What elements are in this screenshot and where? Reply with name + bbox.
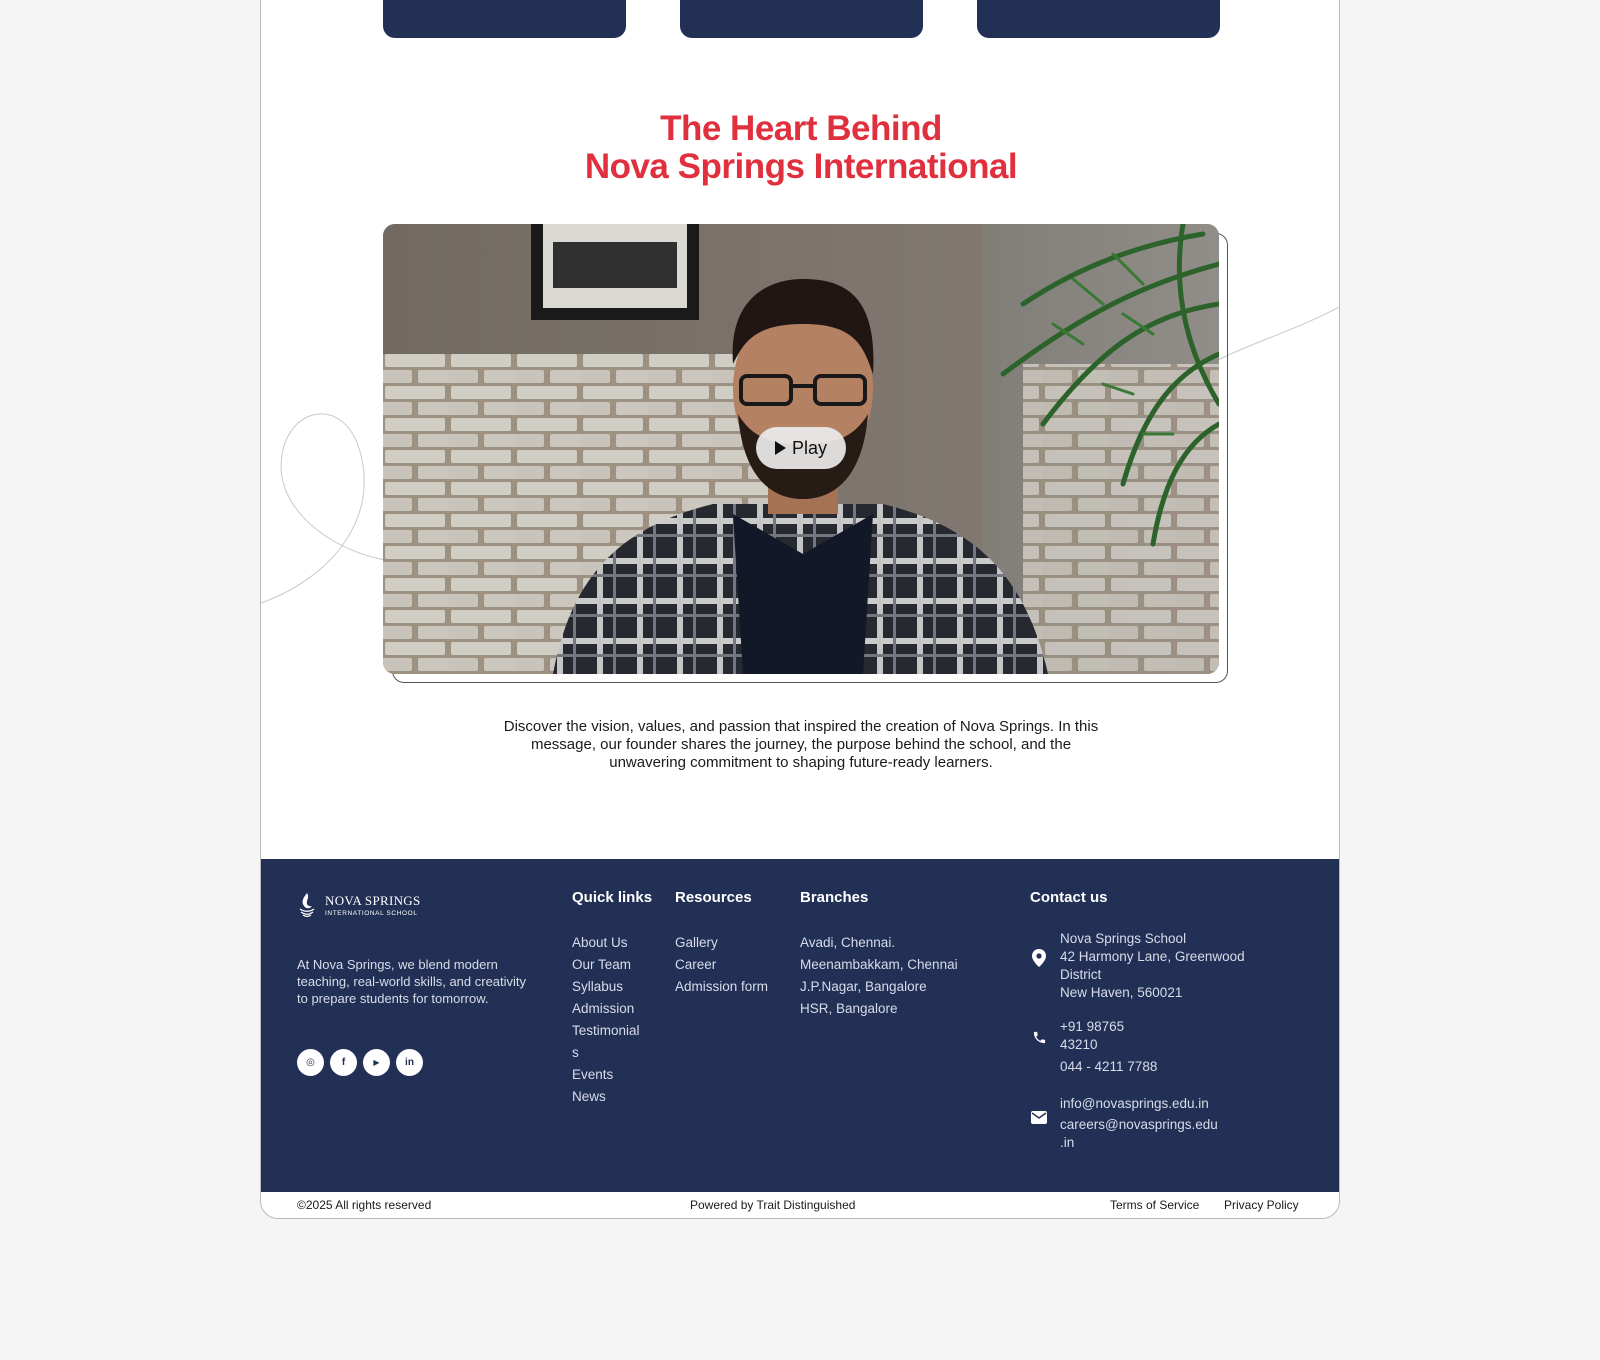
quick-link-syllabus[interactable]: Syllabus bbox=[572, 976, 640, 998]
youtube-icon[interactable]: ▶ bbox=[363, 1049, 390, 1076]
facebook-glyph: f bbox=[341, 1057, 346, 1068]
facebook-icon[interactable]: f bbox=[330, 1049, 357, 1076]
mail-icon bbox=[1030, 1108, 1048, 1126]
section-heading: The Heart Behind Nova Springs Internatio… bbox=[261, 109, 1339, 186]
resource-admission-form[interactable]: Admission form bbox=[675, 976, 768, 998]
quick-links-list: About Us Our Team Syllabus Admission Tes… bbox=[572, 932, 640, 1108]
logo-title: NOVA SPRINGS bbox=[325, 893, 421, 908]
resource-gallery[interactable]: Gallery bbox=[675, 932, 768, 954]
contact-phone: +91 98765 43210 044 - 4211 7788 bbox=[1030, 1018, 1157, 1076]
phone-number[interactable]: 044 - 4211 7788 bbox=[1060, 1058, 1157, 1076]
heading-line-2: Nova Springs International bbox=[584, 147, 1018, 186]
top-card[interactable] bbox=[383, 0, 626, 38]
quick-links-title: Quick links bbox=[572, 889, 653, 906]
contact-address: Nova Springs School 42 Harmony Lane, Gre… bbox=[1030, 930, 1245, 1002]
footer: NOVA SPRINGS INTERNATIONAL SCHOOL At Nov… bbox=[261, 859, 1339, 1192]
heading-line-1: The Heart Behind bbox=[660, 109, 942, 148]
branch-item[interactable]: J.P.Nagar, Bangalore bbox=[800, 976, 958, 998]
copyright-text: ©2025 All rights reserved bbox=[297, 1198, 432, 1212]
linkedin-icon[interactable]: in bbox=[396, 1049, 423, 1076]
footer-about-text: At Nova Springs, we blend modern teachin… bbox=[297, 957, 527, 1006]
branch-item[interactable]: Avadi, Chennai. bbox=[800, 932, 958, 954]
school-crest-icon bbox=[299, 893, 315, 918]
footer-logo[interactable]: NOVA SPRINGS INTERNATIONAL SCHOOL bbox=[297, 891, 420, 919]
play-icon bbox=[774, 441, 786, 455]
page-frame: The Heart Behind Nova Springs Internatio… bbox=[260, 0, 1340, 1219]
email-address[interactable]: careers@novasprings.edu bbox=[1060, 1116, 1218, 1134]
quick-link-news[interactable]: News bbox=[572, 1086, 640, 1108]
address-line: District bbox=[1060, 967, 1102, 982]
contact-title: Contact us bbox=[1030, 889, 1108, 906]
instagram-glyph: ◎ bbox=[306, 1057, 315, 1068]
phone-icon bbox=[1030, 1028, 1048, 1046]
address-line: New Haven, 560021 bbox=[1060, 985, 1183, 1000]
powered-by-text[interactable]: Powered by Trait Distinguished bbox=[690, 1198, 855, 1212]
quick-link-admission[interactable]: Admission bbox=[572, 998, 640, 1020]
top-card[interactable] bbox=[977, 0, 1220, 38]
linkedin-glyph: in bbox=[405, 1057, 414, 1068]
quick-link-events[interactable]: Events bbox=[572, 1064, 640, 1086]
branches-list: Avadi, Chennai. Meenambakkam, Chennai J.… bbox=[800, 932, 958, 1020]
resources-title: Resources bbox=[675, 889, 752, 906]
address-line: Nova Springs School bbox=[1060, 931, 1187, 946]
youtube-glyph: ▶ bbox=[373, 1058, 380, 1067]
contact-email: info@novasprings.edu.in careers@novaspri… bbox=[1030, 1095, 1218, 1152]
video-description: Discover the vision, values, and passion… bbox=[503, 718, 1099, 771]
resources-list: Gallery Career Admission form bbox=[675, 932, 768, 998]
email-address[interactable]: info@novasprings.edu.in bbox=[1060, 1095, 1218, 1113]
top-card[interactable] bbox=[680, 0, 923, 38]
play-label: Play bbox=[791, 437, 827, 458]
quick-link-team[interactable]: Our Team bbox=[572, 954, 640, 976]
phone-number[interactable]: +91 98765 bbox=[1060, 1018, 1157, 1036]
privacy-link[interactable]: Privacy Policy bbox=[1224, 1198, 1299, 1212]
branch-item[interactable]: Meenambakkam, Chennai bbox=[800, 954, 958, 976]
email-address[interactable]: .in bbox=[1060, 1134, 1218, 1152]
terms-link[interactable]: Terms of Service bbox=[1110, 1198, 1199, 1212]
quick-link-about[interactable]: About Us bbox=[572, 932, 640, 954]
phone-number[interactable]: 43210 bbox=[1060, 1036, 1157, 1054]
play-button[interactable]: Play bbox=[756, 427, 846, 469]
social-links: ◎ f ▶ in bbox=[297, 1049, 423, 1076]
bottom-bar: ©2025 All rights reserved Powered by Tra… bbox=[261, 1192, 1339, 1218]
quick-link-testimonials-wrap[interactable]: s bbox=[572, 1042, 640, 1064]
resource-career[interactable]: Career bbox=[675, 954, 768, 976]
quick-link-testimonials[interactable]: Testimonial bbox=[572, 1020, 640, 1042]
branches-title: Branches bbox=[800, 889, 869, 906]
instagram-icon[interactable]: ◎ bbox=[297, 1049, 324, 1076]
branch-item[interactable]: HSR, Bangalore bbox=[800, 998, 958, 1020]
logo-subtitle: INTERNATIONAL SCHOOL bbox=[325, 910, 418, 917]
location-pin-icon bbox=[1030, 949, 1048, 967]
address-line: 42 Harmony Lane, Greenwood bbox=[1060, 949, 1245, 964]
